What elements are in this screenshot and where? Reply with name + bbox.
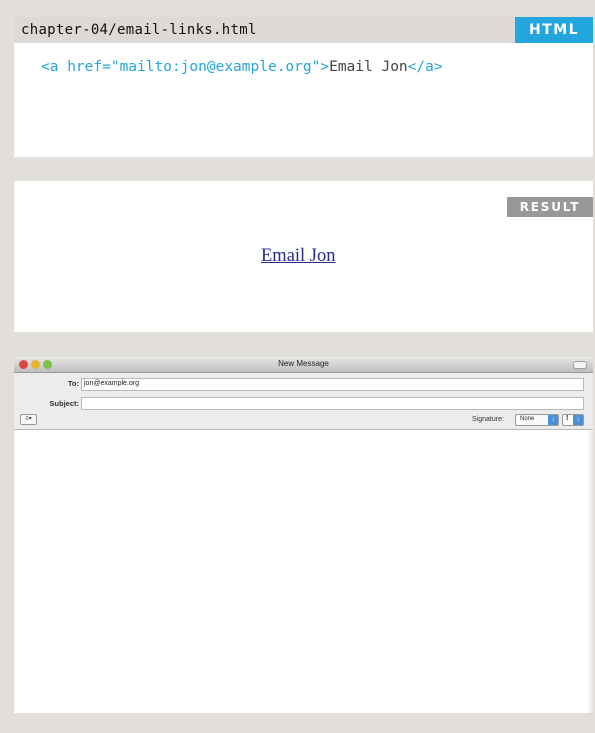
priority-stepper-icon: ↕ <box>573 415 583 425</box>
code-line: <a href="mailto:jon@example.org">Email J… <box>41 59 443 75</box>
code-open-tag: <a href="mailto:jon@example.org"> <box>41 59 330 75</box>
html-badge: HTML <box>515 17 593 43</box>
mail-headers: To: jon@example.org Subject: ≡▾ Signatur… <box>14 373 593 430</box>
to-label: To: <box>67 379 79 388</box>
priority-value: ! <box>566 415 569 422</box>
priority-select[interactable]: ! ↕ <box>562 414 584 426</box>
mail-titlebar: New Message <box>14 357 593 373</box>
subject-label: Subject: <box>49 399 79 408</box>
mail-window: New Message To: jon@example.org Subject:… <box>14 357 593 713</box>
code-link-text: Email Jon <box>329 59 408 75</box>
subject-field[interactable] <box>81 397 584 410</box>
signature-label: Signature: <box>472 416 504 423</box>
to-value: jon@example.org <box>84 380 139 387</box>
message-scrollbar[interactable] <box>587 431 593 713</box>
signature-stepper-icon: ↕ <box>548 415 558 425</box>
message-body[interactable] <box>14 431 593 713</box>
mail-window-title: New Message <box>278 359 329 368</box>
code-filename: chapter-04/email-links.html <box>21 22 257 38</box>
toolbar-toggle-button[interactable] <box>573 361 587 369</box>
code-header: chapter-04/email-links.html HTML <box>14 17 593 43</box>
signature-select[interactable]: None ↕ <box>515 414 559 426</box>
email-link[interactable]: Email Jon <box>261 246 336 267</box>
to-field[interactable]: jon@example.org <box>81 378 584 391</box>
code-panel: chapter-04/email-links.html HTML <a href… <box>14 17 593 157</box>
format-menu-button[interactable]: ≡▾ <box>20 414 37 425</box>
result-badge: RESULT <box>507 197 593 217</box>
result-panel: RESULT Email Jon <box>14 181 593 332</box>
code-close-tag: </a> <box>407 59 443 75</box>
signature-value: None <box>520 416 535 422</box>
